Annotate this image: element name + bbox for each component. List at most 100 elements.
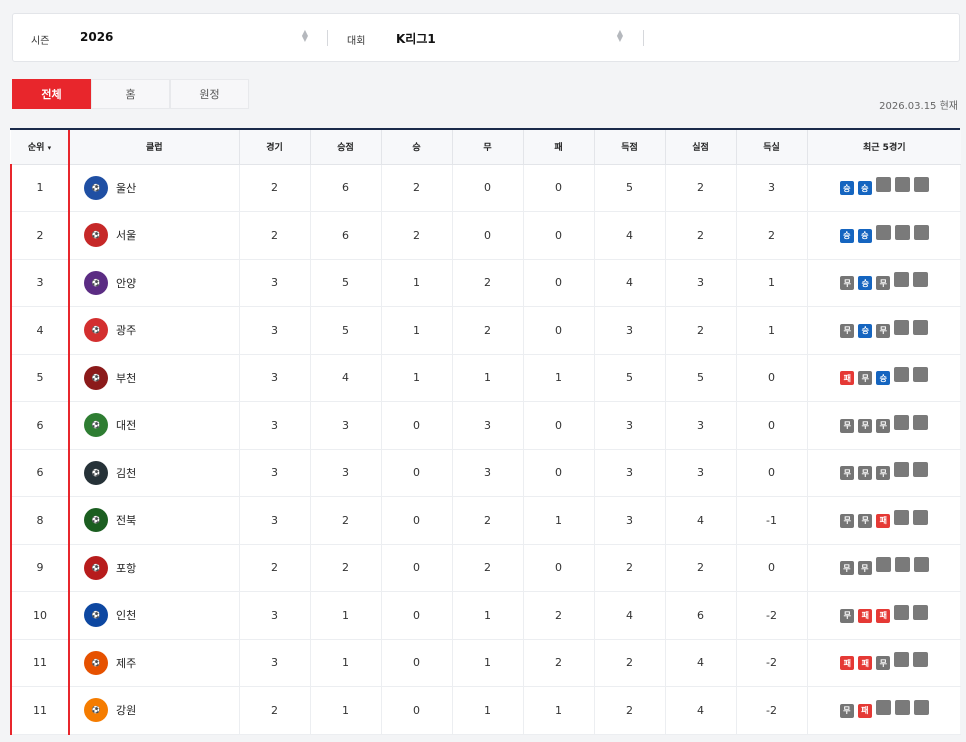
empty-result-badge bbox=[875, 557, 891, 573]
goal-diff-cell: -2 bbox=[736, 591, 808, 640]
result-badge: 무 bbox=[840, 466, 855, 481]
result-badge: 무 bbox=[840, 608, 855, 623]
goals-against-cell: 3 bbox=[665, 401, 737, 450]
club-cell[interactable]: ⚽ 부천 bbox=[69, 354, 240, 402]
club-logo-icon: ⚽ bbox=[84, 175, 108, 200]
club-cell[interactable]: ⚽ 인천 bbox=[69, 591, 240, 640]
table-row[interactable]: 6 ⚽ 김천 3 3 0 3 0 3 3 0 무 무 무 bbox=[10, 449, 961, 497]
table-row[interactable]: 11 ⚽ 제주 3 1 0 1 2 2 4 -2 패 패 무 bbox=[10, 639, 961, 687]
season-select[interactable]: 2026 bbox=[80, 30, 113, 44]
points-cell: 5 bbox=[310, 259, 382, 307]
empty-result-badge bbox=[913, 509, 929, 525]
season-chevron-icon[interactable]: ▲ ▼ bbox=[301, 29, 309, 43]
sort-icon[interactable]: ▾ bbox=[48, 144, 52, 152]
empty-result-badge bbox=[894, 224, 910, 240]
result-badge: 무 bbox=[876, 656, 891, 671]
league-chevron-icon[interactable]: ▲ ▼ bbox=[616, 29, 624, 43]
empty-result-badge bbox=[913, 699, 929, 715]
loss-cell: 1 bbox=[523, 354, 595, 402]
club-logo-icon: ⚽ bbox=[84, 270, 108, 295]
result-badge: 무 bbox=[876, 466, 891, 481]
tab-away[interactable]: 원정 bbox=[170, 79, 249, 109]
table-row[interactable]: 10 ⚽ 인천 3 1 0 1 2 4 6 -2 무 패 패 bbox=[10, 591, 961, 640]
empty-result-badge bbox=[894, 557, 910, 573]
table-row[interactable]: 4 ⚽ 광주 3 5 1 2 0 3 2 1 무 승 무 bbox=[10, 306, 961, 355]
club-cell[interactable]: ⚽ 광주 bbox=[69, 306, 240, 355]
goals-for-cell: 4 bbox=[594, 211, 666, 260]
table-row[interactable]: 8 ⚽ 전북 3 2 0 2 1 3 4 -1 무 무 패 bbox=[10, 496, 961, 545]
club-cell[interactable]: ⚽ 안양 bbox=[69, 259, 240, 307]
club-logo-icon: ⚽ bbox=[84, 650, 108, 675]
win-cell: 2 bbox=[381, 164, 453, 212]
goals-against-cell: 4 bbox=[665, 496, 737, 545]
club-name: 제주 bbox=[116, 656, 137, 670]
club-cell[interactable]: ⚽ 김천 bbox=[69, 449, 240, 497]
goal-diff-cell: 0 bbox=[736, 354, 808, 402]
goal-diff-cell: 0 bbox=[736, 401, 808, 450]
empty-result-badge bbox=[913, 462, 929, 478]
result-badge: 승 bbox=[839, 228, 854, 243]
loss-cell: 1 bbox=[523, 686, 595, 735]
table-row[interactable]: 1 ⚽ 울산 2 6 2 0 0 5 2 3 승 승 bbox=[10, 164, 961, 212]
club-name: 대전 bbox=[116, 419, 137, 433]
draw-cell: 1 bbox=[452, 354, 524, 402]
goal-diff-cell: -1 bbox=[736, 496, 808, 545]
league-select[interactable]: K리그1 bbox=[396, 30, 436, 47]
result-badge: 무 bbox=[840, 418, 855, 433]
table-row[interactable]: 11 ⚽ 강원 2 1 0 1 1 2 4 -2 무 패 bbox=[10, 686, 961, 735]
draw-cell: 2 bbox=[452, 259, 524, 307]
result-badge: 패 bbox=[858, 656, 873, 671]
header-played: 경기 bbox=[239, 130, 311, 165]
loss-cell: 0 bbox=[523, 164, 595, 212]
goals-against-cell: 3 bbox=[665, 259, 737, 307]
played-cell: 3 bbox=[239, 496, 311, 545]
club-cell[interactable]: ⚽ 전북 bbox=[69, 496, 240, 545]
table-row[interactable]: 2 ⚽ 서울 2 6 2 0 0 4 2 2 승 승 bbox=[10, 211, 961, 260]
table-row[interactable]: 5 ⚽ 부천 3 4 1 1 1 5 5 0 패 무 승 bbox=[10, 354, 961, 402]
points-cell: 3 bbox=[310, 401, 382, 450]
table-row[interactable]: 6 ⚽ 대전 3 3 0 3 0 3 3 0 무 무 무 bbox=[10, 401, 961, 450]
loss-cell: 0 bbox=[523, 211, 595, 260]
played-cell: 3 bbox=[239, 449, 311, 497]
table-row[interactable]: 3 ⚽ 안양 3 5 1 2 0 4 3 1 무 승 무 bbox=[10, 259, 961, 307]
points-cell: 2 bbox=[310, 544, 382, 592]
goals-for-cell: 3 bbox=[594, 496, 666, 545]
rank-cell: 6 bbox=[10, 449, 70, 497]
club-name: 전북 bbox=[116, 514, 137, 528]
table-row[interactable]: 9 ⚽ 포항 2 2 0 2 0 2 2 0 무 무 bbox=[10, 544, 961, 592]
league-label: 대회 bbox=[347, 36, 366, 47]
goal-diff-cell: 3 bbox=[736, 164, 808, 212]
points-cell: 2 bbox=[310, 496, 382, 545]
goals-against-cell: 6 bbox=[665, 591, 737, 640]
result-badge: 승 bbox=[858, 276, 873, 291]
club-name: 인천 bbox=[116, 609, 137, 623]
empty-result-badge bbox=[875, 177, 891, 193]
win-cell: 0 bbox=[381, 401, 453, 450]
club-cell[interactable]: ⚽ 울산 bbox=[69, 164, 240, 212]
result-badge: 무 bbox=[858, 418, 873, 433]
tab-all[interactable]: 전체 bbox=[12, 79, 91, 109]
header-recent: 최근 5경기 bbox=[807, 130, 961, 165]
table-header: 순위 ▾ 클럽 경기 승점 승 무 패 득점 실점 득실 최근 5경기 bbox=[11, 130, 961, 165]
recent-cell: 무승무 bbox=[807, 259, 961, 307]
rank-cell: 1 bbox=[10, 164, 70, 212]
club-cell[interactable]: ⚽ 제주 bbox=[69, 639, 240, 687]
club-cell[interactable]: ⚽ 대전 bbox=[69, 401, 240, 450]
goals-against-cell: 4 bbox=[665, 686, 737, 735]
win-cell: 1 bbox=[381, 306, 453, 355]
club-cell[interactable]: ⚽ 포항 bbox=[69, 544, 240, 592]
draw-cell: 0 bbox=[452, 164, 524, 212]
empty-result-badge bbox=[913, 224, 929, 240]
goal-diff-cell: 1 bbox=[736, 306, 808, 355]
recent-cell: 승승 bbox=[807, 211, 961, 260]
header-rank[interactable]: 순위 ▾ bbox=[11, 130, 70, 165]
recent-cell: 무승무 bbox=[807, 306, 961, 355]
standings-table: 순위 ▾ 클럽 경기 승점 승 무 패 득점 실점 득실 최근 5경기 1 ⚽ 울산… bbox=[10, 128, 961, 735]
played-cell: 2 bbox=[239, 211, 311, 260]
win-cell: 0 bbox=[381, 496, 453, 545]
club-cell[interactable]: ⚽ 강원 bbox=[69, 686, 240, 735]
tab-home[interactable]: 홈 bbox=[91, 79, 170, 109]
goals-for-cell: 2 bbox=[594, 544, 666, 592]
empty-result-badge bbox=[875, 699, 891, 715]
club-cell[interactable]: ⚽ 서울 bbox=[69, 211, 240, 260]
